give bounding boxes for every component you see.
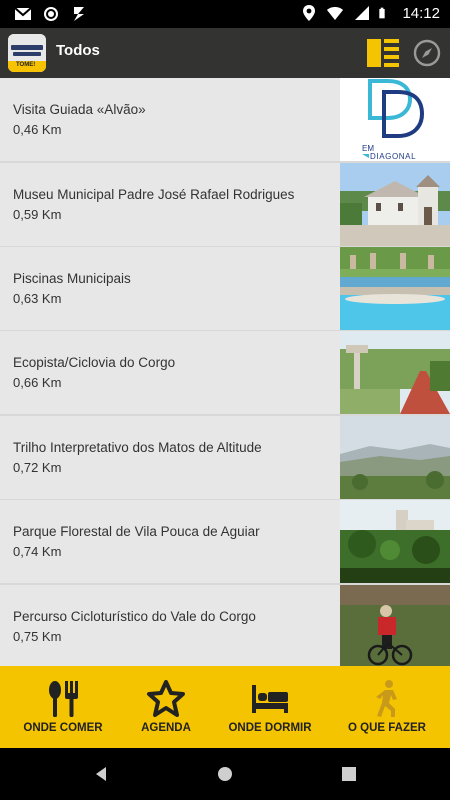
item-distance: 0,63 Km — [13, 291, 62, 306]
item-distance: 0,46 Km — [13, 122, 62, 137]
fork-spoon-icon — [49, 681, 78, 717]
circle-icon — [44, 7, 58, 21]
wifi-icon — [327, 7, 344, 20]
nav-label: ONDE COMER — [23, 722, 103, 734]
signal-icon — [355, 6, 370, 20]
nav-o-que-fazer[interactable]: O QUE FAZER — [331, 666, 443, 748]
item-distance: 0,75 Km — [13, 629, 62, 644]
park-photo — [340, 500, 450, 583]
running-person-icon — [376, 680, 397, 717]
battery-icon — [379, 7, 386, 19]
app-bar: TOME! Todos — [0, 28, 450, 78]
list-item[interactable]: Piscinas Municipais 0,63 Km — [0, 247, 450, 330]
star-icon — [147, 680, 185, 717]
location-icon — [303, 5, 316, 21]
item-name: Percurso Cicloturístico do Vale do Corgo — [13, 609, 256, 624]
back-icon[interactable] — [92, 764, 112, 784]
list-item[interactable]: Trilho Interpretativo dos Matos de Altit… — [0, 416, 450, 499]
recents-icon[interactable] — [339, 764, 359, 784]
cycleway-photo — [340, 331, 450, 414]
pool-photo — [340, 247, 450, 330]
museum-photo — [340, 163, 450, 246]
list-view-icon[interactable] — [367, 39, 399, 67]
item-name: Parque Florestal de Vila Pouca de Aguiar — [13, 524, 260, 539]
nav-onde-dormir[interactable]: ONDE DORMIR — [214, 666, 326, 748]
item-name: Visita Guiada «Alvão» — [13, 102, 146, 117]
page-title: Todos — [56, 42, 100, 59]
nav-label: ONDE DORMIR — [228, 722, 312, 734]
mountain-photo — [340, 416, 450, 499]
item-thumbnail — [340, 331, 450, 414]
download-icon — [74, 7, 84, 21]
system-navigation-bar — [0, 748, 450, 800]
home-icon[interactable] — [215, 764, 235, 784]
item-name: Museu Municipal Padre José Rafael Rodrig… — [13, 187, 295, 202]
bottom-navigation: ONDE COMER AGENDA ONDE DORMIR O QUE FAZE… — [0, 666, 450, 748]
places-list[interactable]: Visita Guiada «Alvão» 0,46 Km EM DIAGONA… — [0, 78, 450, 666]
list-item[interactable]: Percurso Cicloturístico do Vale do Corgo… — [0, 585, 450, 666]
list-item[interactable]: Parque Florestal de Vila Pouca de Aguiar… — [0, 500, 450, 583]
bed-icon — [252, 685, 288, 713]
gmail-icon — [14, 7, 32, 20]
item-thumbnail — [340, 163, 450, 246]
item-name: Ecopista/Ciclovia do Corgo — [13, 355, 176, 370]
nav-agenda[interactable]: AGENDA — [110, 666, 222, 748]
logo-text: TOME! — [16, 62, 36, 68]
compass-icon[interactable] — [413, 39, 441, 67]
item-distance: 0,74 Km — [13, 544, 62, 559]
status-bar: 14:12 — [0, 0, 450, 28]
item-name: Piscinas Municipais — [13, 271, 131, 286]
item-distance: 0,72 Km — [13, 460, 62, 475]
list-item[interactable]: Ecopista/Ciclovia do Corgo 0,66 Km — [0, 331, 450, 414]
nav-onde-comer[interactable]: ONDE COMER — [7, 666, 119, 748]
item-distance: 0,66 Km — [13, 375, 62, 390]
item-thumbnail: EM DIAGONAL — [340, 78, 450, 161]
app-logo[interactable]: TOME! — [8, 34, 46, 72]
item-thumbnail — [340, 416, 450, 499]
nav-label: AGENDA — [141, 722, 191, 734]
clock: 14:12 — [402, 4, 440, 22]
cyclist-photo — [340, 585, 450, 666]
item-thumbnail — [340, 585, 450, 666]
item-distance: 0,59 Km — [13, 207, 62, 222]
item-thumbnail — [340, 247, 450, 330]
em-diagonal-logo: EM DIAGONAL — [340, 78, 450, 161]
item-thumbnail — [340, 500, 450, 583]
item-name: Trilho Interpretativo dos Matos de Altit… — [13, 440, 262, 455]
logo-text-bottom: DIAGONAL — [370, 152, 416, 161]
nav-label: O QUE FAZER — [348, 722, 426, 734]
list-item[interactable]: Visita Guiada «Alvão» 0,46 Km EM DIAGONA… — [0, 78, 450, 161]
list-item[interactable]: Museu Municipal Padre José Rafael Rodrig… — [0, 163, 450, 246]
